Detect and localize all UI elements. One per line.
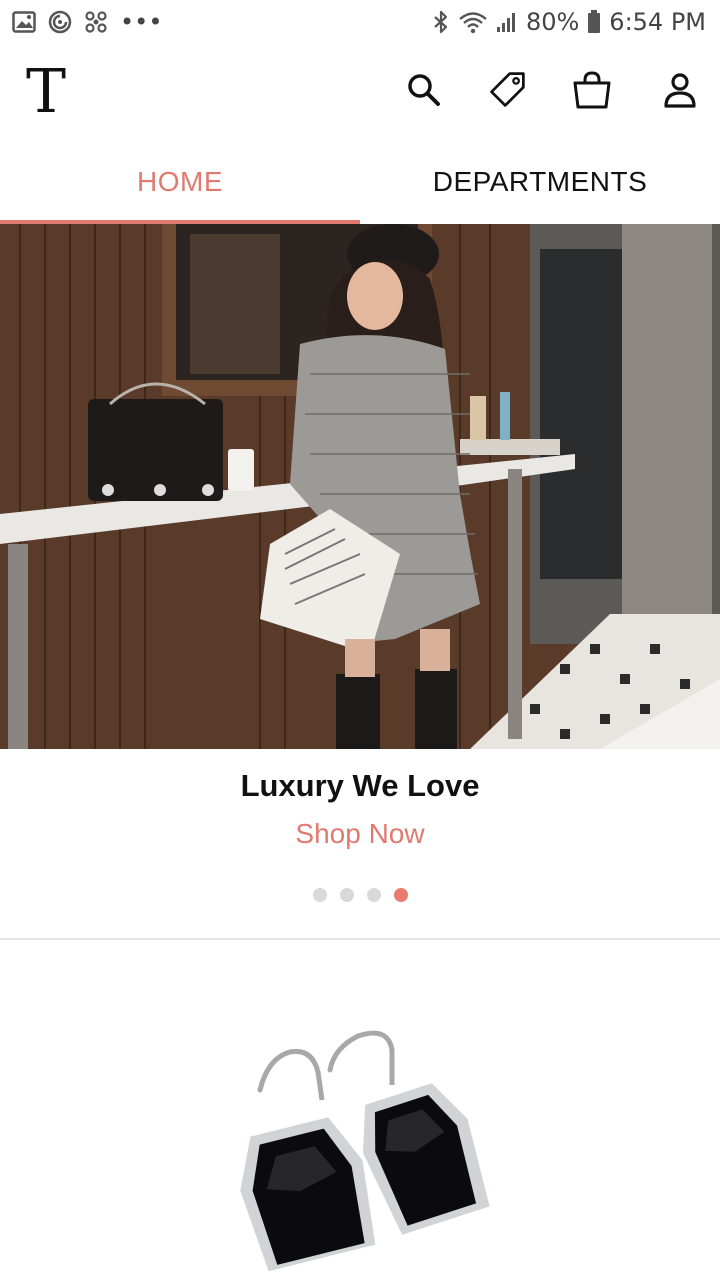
- wifi-icon: [458, 10, 488, 34]
- status-bar: ••• 80% 6:54 PM: [0, 0, 720, 44]
- carousel-dot[interactable]: [339, 888, 354, 902]
- product-image-earrings[interactable]: [0, 940, 720, 1280]
- hero-banner-image[interactable]: [0, 224, 720, 749]
- shop-now-link[interactable]: Shop Now: [0, 818, 720, 850]
- carousel-dot-active[interactable]: [393, 888, 408, 902]
- brand-logo[interactable]: T: [26, 62, 66, 122]
- sync-icon: [48, 10, 72, 34]
- signal-icon: [496, 11, 518, 33]
- account-icon[interactable]: [660, 70, 700, 110]
- clock: 6:54 PM: [609, 8, 706, 36]
- search-icon[interactable]: [404, 70, 444, 110]
- tag-icon[interactable]: [487, 70, 527, 110]
- battery-percent: 80%: [525, 8, 580, 36]
- more-notifications-icon: •••: [120, 8, 163, 36]
- tab-home[interactable]: HOME: [0, 140, 360, 224]
- carousel-dot[interactable]: [366, 888, 381, 902]
- app-header: T: [0, 44, 720, 140]
- fan-icon: [84, 10, 108, 34]
- tab-bar: HOME DEPARTMENTS: [0, 140, 720, 224]
- promo-title: Luxury We Love: [240, 768, 480, 803]
- gallery-icon: [12, 11, 36, 33]
- shopping-bag-icon[interactable]: [572, 70, 612, 110]
- bluetooth-icon: [432, 10, 450, 34]
- tab-departments[interactable]: DEPARTMENTS: [360, 140, 720, 224]
- carousel-pagination: [0, 888, 720, 902]
- carousel-dot[interactable]: [312, 888, 327, 902]
- battery-icon: [587, 10, 601, 34]
